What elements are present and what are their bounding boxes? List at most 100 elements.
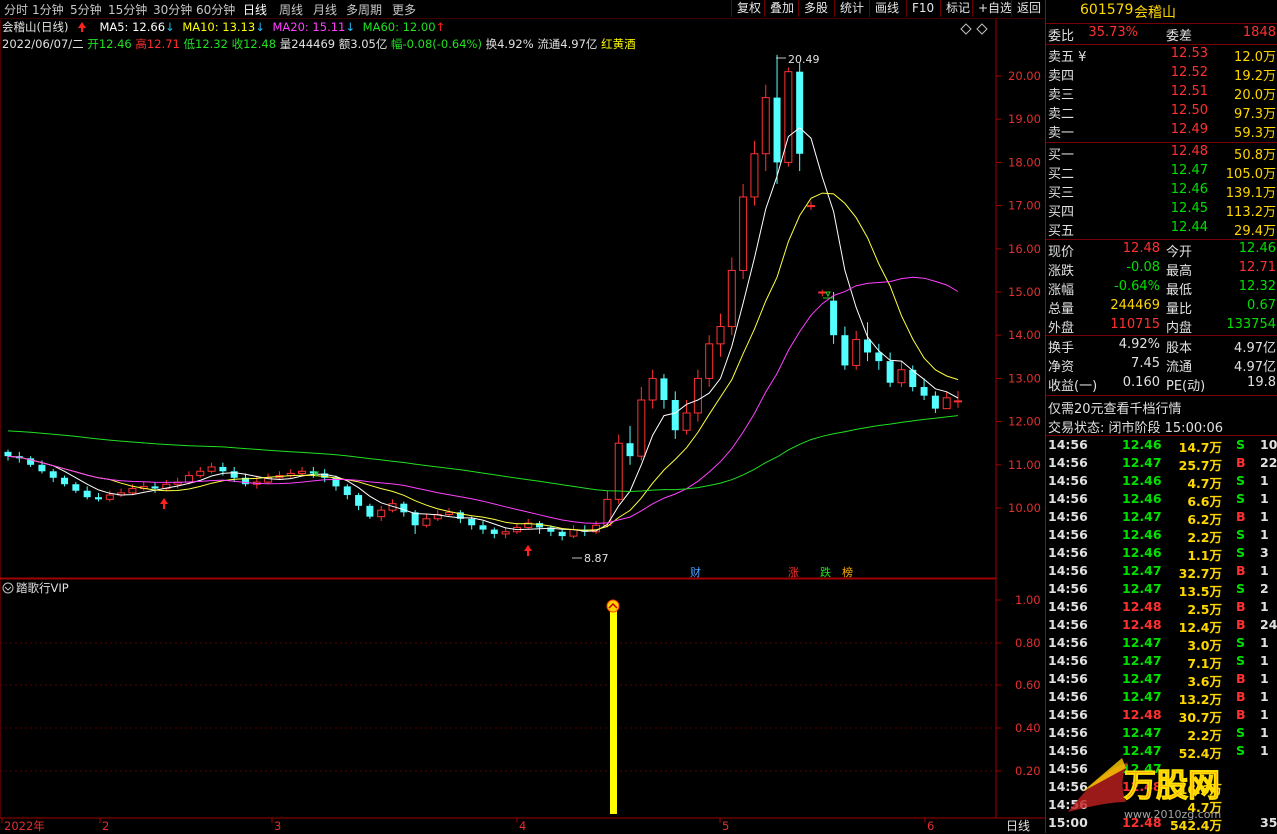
tick-cell: S — [1236, 527, 1246, 542]
tick-row: 14:56 12.47 32.7万 B 1 — [1046, 563, 1277, 581]
ask-row: 卖三 12.51 20.0万 — [1046, 84, 1277, 103]
stat-label: 换手 — [1048, 341, 1075, 356]
toolbar-button-3[interactable]: 统计 — [834, 0, 869, 17]
indicator-tick-label: 0.80 — [1015, 636, 1041, 650]
event-tag-finance[interactable]: 财 — [690, 565, 701, 579]
candle — [355, 492, 363, 511]
stat-label: 现价 — [1048, 245, 1075, 260]
toolbar-button-2[interactable]: 多股 — [798, 0, 833, 17]
tick-row: 14:56 12.48 2.5万 B 1 — [1046, 599, 1277, 617]
tick-cell: 1 — [1260, 527, 1269, 542]
period-tab-8[interactable]: 月线 — [313, 1, 337, 18]
bid-row: 买四 12.45 113.2万 — [1046, 201, 1277, 220]
toolbar-button-0[interactable]: 复权 — [731, 0, 766, 17]
tick-row: 14:56 12.47 3.0万 S 1 — [1046, 635, 1277, 653]
signal-bar — [610, 610, 617, 814]
tick-cell: 14:56 — [1048, 581, 1088, 596]
toolbar-button-1[interactable]: 叠加 — [764, 0, 799, 17]
period-tab-6[interactable]: 日线 — [243, 1, 267, 18]
tick-cell: 7.1万 — [1187, 656, 1222, 671]
ask-label: 卖二 — [1048, 107, 1075, 122]
tick-cell: 12.47 — [1122, 581, 1162, 596]
event-tag-limit-up[interactable]: 涨 — [788, 566, 799, 579]
period-tab-5[interactable]: 60分钟 — [196, 1, 235, 18]
ma60-value: MA60: 12.00 — [362, 20, 436, 34]
bid-row: 买二 12.47 105.0万 — [1046, 163, 1277, 182]
bid-row: 买五 12.44 29.4万 — [1046, 220, 1277, 239]
toolbar-button-4[interactable]: 画线 — [869, 0, 904, 17]
promo-text[interactable]: 仅需20元查看千档行情 — [1048, 398, 1182, 417]
tick-cell: S — [1236, 581, 1246, 596]
candle — [117, 488, 126, 498]
tick-cell: 14:56 — [1048, 689, 1088, 704]
period-tab-3[interactable]: 15分钟 — [108, 1, 147, 18]
toolbar-button-8[interactable]: 返回 — [1011, 0, 1046, 17]
candle — [716, 313, 725, 357]
toolbar-button-5[interactable]: F10 — [906, 0, 939, 17]
stat-value: 12.48 — [1122, 241, 1160, 256]
date-tick-label: 3 — [274, 819, 281, 833]
period-tab-4[interactable]: 30分钟 — [153, 1, 192, 18]
diamond-icon[interactable] — [976, 23, 988, 35]
buy-arrow-icon — [160, 498, 168, 509]
candle — [897, 361, 906, 388]
bid-volume: 29.4万 — [1234, 224, 1276, 239]
bid-label: 买二 — [1048, 167, 1075, 182]
promo-row[interactable]: 仅需20元查看千档行情 — [1046, 398, 1277, 417]
stat-value: 4.97亿 — [1234, 341, 1276, 356]
indicator-name[interactable]: 踏歌行VIP — [16, 581, 69, 595]
tick-cell: 12.4万 — [1178, 620, 1222, 635]
toolbar-button-6[interactable]: 标记 — [940, 0, 975, 17]
main-chart-area[interactable]: 20.00 19.00 18.00 17.00 16.00 15.00 14.00 13.00… — [0, 0, 1045, 833]
stat-value: -0.08 — [1126, 260, 1160, 275]
stat-value: 12.71 — [1238, 260, 1276, 275]
candle — [671, 391, 679, 439]
price-tick-label: 13.00 — [1008, 371, 1041, 385]
date-tick-label: 6 — [927, 819, 934, 833]
period-tab-10[interactable]: 更多 — [392, 1, 416, 18]
period-label: 日线 — [1006, 819, 1030, 833]
tick-cell: 12.47 — [1122, 455, 1162, 470]
price-tick-label: 16.00 — [1008, 242, 1041, 256]
period-tab-0[interactable]: 分时 — [4, 1, 28, 18]
indicator-tick-label: 1.00 — [1015, 593, 1041, 607]
candle — [705, 335, 714, 388]
candle — [139, 482, 148, 491]
period-tab-1[interactable]: 1分钟 — [32, 1, 64, 18]
tick-cell: 12.48 — [1122, 599, 1162, 614]
tick-cell: 1 — [1260, 491, 1269, 506]
indicator-menu-icon[interactable] — [2, 582, 14, 594]
event-tag-limit-down[interactable]: 跌 — [820, 565, 831, 579]
tick-cell: 14.7万 — [1178, 440, 1222, 455]
tick-cell: 14:56 — [1048, 725, 1088, 740]
tick-cell: 14:56 — [1048, 491, 1088, 506]
concept-tag[interactable]: 红黄酒 — [601, 37, 636, 51]
period-tab-7[interactable]: 周线 — [279, 1, 303, 18]
period-tab-9[interactable]: 多周期 — [346, 1, 382, 18]
candle — [207, 462, 216, 474]
date-tick-label: 5 — [722, 819, 729, 833]
float-value: 流通4.97亿 — [537, 37, 598, 51]
stat2-row: 换手 4.92% 股本 4.97亿 — [1046, 337, 1277, 356]
stat-row: 涨幅 -0.64% 最低 12.32 — [1046, 279, 1277, 298]
stat-value: -0.64% — [1114, 279, 1160, 294]
event-tag-ranking[interactable]: 榜 — [842, 565, 853, 579]
tick-cell: 13.2万 — [1178, 692, 1222, 707]
tick-cell: 6.6万 — [1187, 494, 1222, 509]
candle — [864, 322, 872, 362]
bid-price: 12.46 — [1170, 182, 1208, 197]
bid-label: 买四 — [1048, 205, 1075, 220]
candle — [490, 527, 498, 539]
tick-cell: 12.46 — [1122, 473, 1162, 488]
tick-cell: 12.48 — [1122, 617, 1162, 632]
tick-cell: 3.6万 — [1187, 674, 1222, 689]
period-tab-2[interactable]: 5分钟 — [70, 1, 102, 18]
stat-label: 股本 — [1166, 341, 1193, 356]
ask-row: 卖一 12.49 59.3万 — [1046, 122, 1277, 141]
diamond-icon[interactable] — [960, 23, 972, 35]
tick-cell: 10 — [1260, 437, 1277, 452]
ma20-value: MA20: 15.11 — [272, 20, 346, 34]
weibi-value: 35.73% — [1088, 25, 1138, 40]
stock-name-period[interactable]: 会稽山(日线) — [2, 20, 68, 34]
candle — [660, 374, 668, 409]
